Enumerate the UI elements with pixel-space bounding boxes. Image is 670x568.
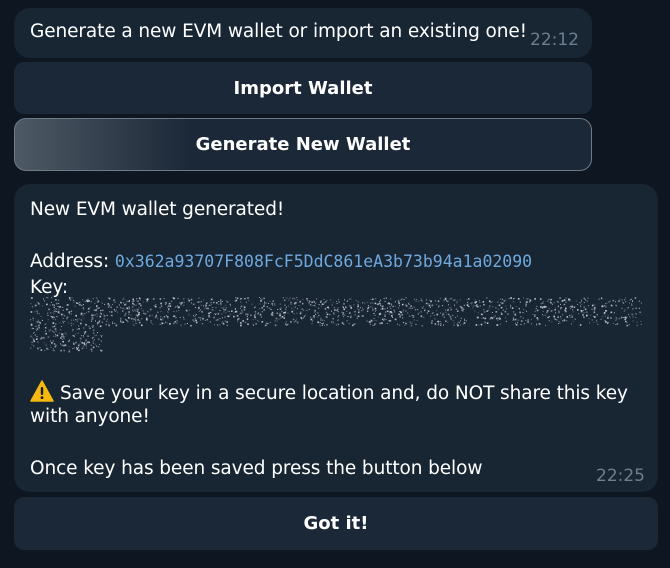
message-time: 22:12 [530, 30, 579, 50]
warning-icon [30, 380, 54, 402]
key-label: Key: [30, 277, 69, 298]
hidden-spoiler-text[interactable] [30, 297, 642, 353]
warning-text: Save your key in a secure location and, … [60, 383, 628, 404]
address-label: Address: [30, 251, 115, 272]
message-time: 22:25 [596, 466, 645, 486]
got-it-label: Got it! [303, 513, 369, 534]
warning-text-continued: with anyone! [30, 406, 150, 427]
generate-new-wallet-label: Generate New Wallet [195, 134, 411, 155]
import-wallet-label: Import Wallet [233, 77, 373, 99]
import-wallet-button[interactable]: Import Wallet [14, 62, 592, 114]
message-text: Generate a new EVM wallet or import an e… [30, 21, 527, 42]
warning-line: Save your key in a secure location and, … [30, 380, 628, 404]
message-bubble: New EVM wallet generated! Address: 0x362… [14, 184, 658, 492]
generate-new-wallet-button[interactable]: Generate New Wallet [14, 118, 592, 171]
address-line: Address: 0x362a93707F808FcF5DdC861eA3b73… [30, 251, 532, 272]
instruction-text: Once key has been saved press the button… [30, 458, 483, 479]
wallet-address[interactable]: 0x362a93707F808FcF5DdC861eA3b73b94a1a020… [115, 252, 532, 271]
message-heading: New EVM wallet generated! [30, 199, 285, 220]
got-it-button[interactable]: Got it! [14, 497, 658, 550]
chat-view: Generate a new EVM wallet or import an e… [0, 0, 670, 568]
message-bubble: Generate a new EVM wallet or import an e… [14, 8, 592, 58]
